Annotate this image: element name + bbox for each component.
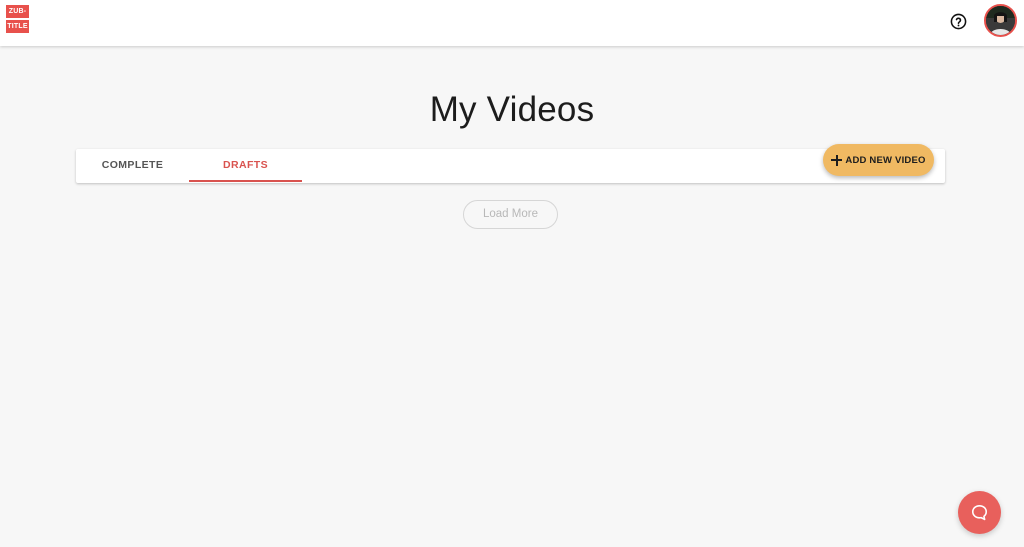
load-more-button[interactable]: Load More (463, 200, 558, 229)
tabs-bar: COMPLETE DRAFTS (76, 149, 945, 183)
logo-line-1: ZUB- (6, 5, 29, 18)
chat-bubble-icon (971, 504, 988, 521)
logo-line-2: TITLE (6, 20, 29, 33)
tab-drafts[interactable]: DRAFTS (189, 149, 302, 183)
top-bar: ZUB- TITLE (0, 0, 1024, 46)
page-title: My Videos (429, 90, 595, 129)
add-new-video-label: ADD NEW VIDEO (845, 154, 926, 166)
zubtitle-logo[interactable]: ZUB- TITLE (6, 5, 29, 33)
active-tab-indicator (189, 180, 302, 182)
plus-icon (831, 154, 843, 166)
chat-button[interactable] (958, 491, 1001, 534)
add-new-video-button[interactable]: ADD NEW VIDEO (823, 144, 934, 176)
avatar[interactable] (984, 4, 1017, 37)
tab-complete[interactable]: COMPLETE (76, 149, 189, 183)
help-icon[interactable] (950, 13, 967, 30)
